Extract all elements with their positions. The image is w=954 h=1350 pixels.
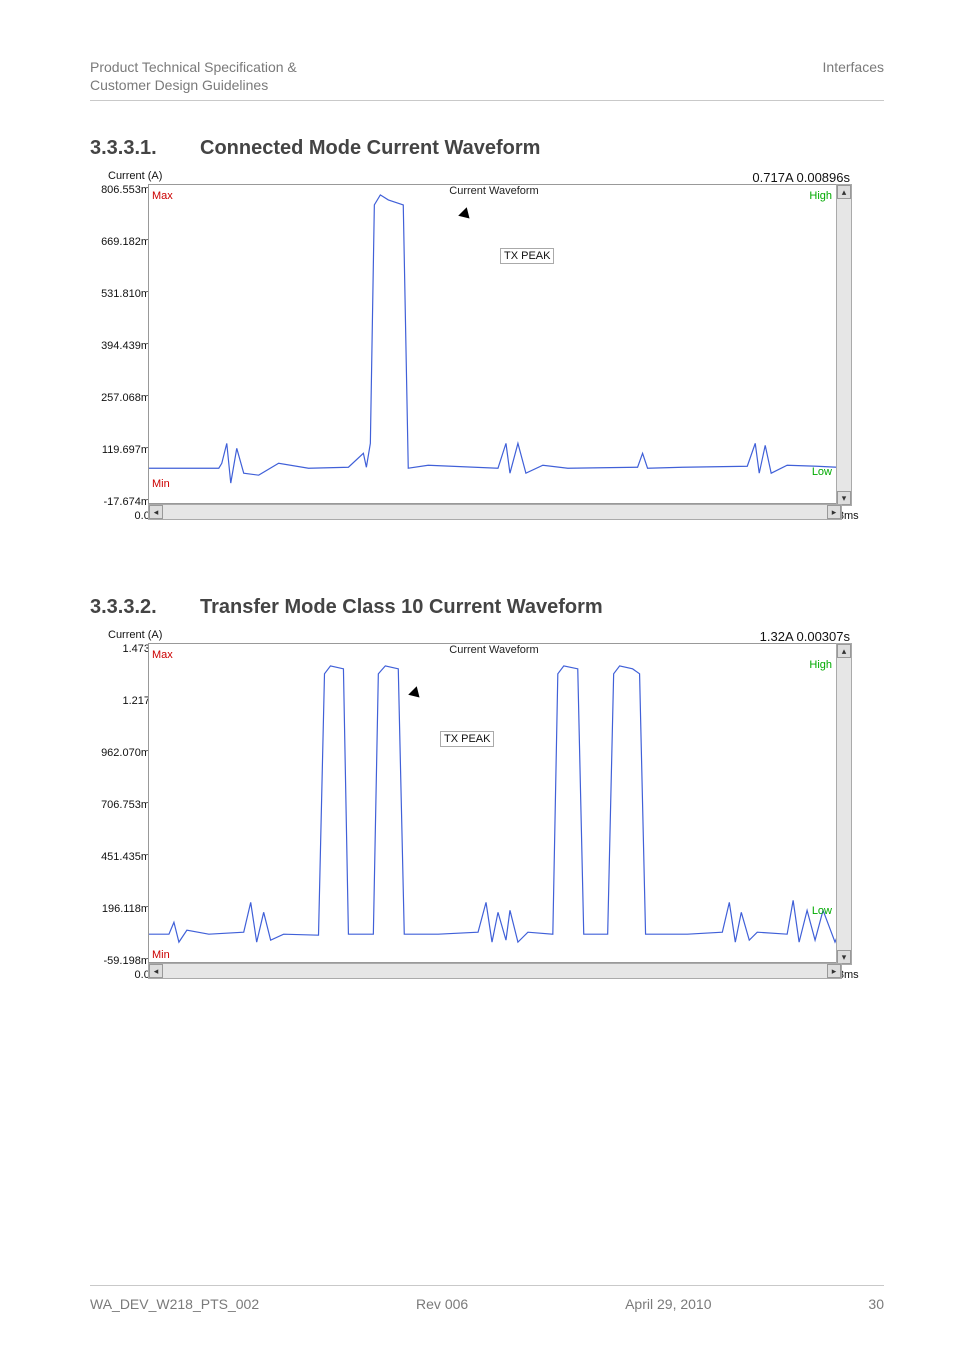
scroll-right-icon[interactable]: ▸ [827, 505, 841, 519]
ytick: 706.753m [101, 799, 150, 811]
high-label: High [809, 190, 832, 202]
max-label: Max [152, 190, 173, 202]
ytick: 119.697m [102, 444, 150, 456]
scrollbar-horizontal[interactable]: ◂ ▸ [148, 963, 842, 979]
footer-date: April 29, 2010 [625, 1296, 711, 1312]
y-axis-label: Current (A) [108, 170, 162, 182]
section-heading: 3.3.3.1. Connected Mode Current Waveform [90, 137, 884, 160]
ytick: -59.198m [104, 955, 150, 967]
footer-rev: Rev 006 [416, 1296, 468, 1312]
ytick: 451.435m [101, 851, 150, 863]
scrollbar-vertical[interactable]: ▴ ▾ [836, 184, 852, 506]
plot-area: Current Waveform [148, 643, 840, 963]
section-heading: 3.3.3.2. Transfer Mode Class 10 Current … [90, 596, 884, 619]
ytick: 1.217 [122, 695, 150, 707]
min-label: Min [152, 478, 170, 490]
low-label: Low [812, 466, 832, 478]
section-transfer-mode: 3.3.3.2. Transfer Mode Class 10 Current … [90, 596, 884, 1019]
header-right: Interfaces [823, 58, 884, 76]
plot-area: Current Waveform [148, 184, 840, 504]
header-left: Product Technical Specification & Custom… [90, 58, 297, 94]
tx-peak-label: TX PEAK [500, 248, 554, 264]
chart-transfer: 1.32A 0.00307s Current (A) 1.473 1.217 9… [90, 629, 850, 1019]
scroll-left-icon[interactable]: ◂ [149, 505, 163, 519]
ytick: -17.674m [104, 496, 150, 508]
ytick: 531.810m [101, 288, 150, 300]
section-title: Connected Mode Current Waveform [200, 137, 540, 160]
chart-measurement: 1.32A 0.00307s [760, 629, 850, 644]
section-title: Transfer Mode Class 10 Current Waveform [200, 596, 603, 619]
header-line1: Product Technical Specification & [90, 58, 297, 76]
ytick: 806.553m [101, 184, 150, 196]
min-label: Min [152, 949, 170, 961]
waveform-trace [149, 185, 839, 503]
ytick: 257.068m [101, 392, 150, 404]
high-label: High [809, 659, 832, 671]
section-number: 3.3.3.1. [90, 137, 170, 160]
ytick: 1.473 [122, 643, 150, 655]
y-axis-label: Current (A) [108, 629, 162, 641]
section-number: 3.3.3.2. [90, 596, 170, 619]
scrollbar-vertical[interactable]: ▴ ▾ [836, 643, 852, 965]
footer-doc: WA_DEV_W218_PTS_002 [90, 1296, 259, 1312]
section-connected-mode: 3.3.3.1. Connected Mode Current Waveform… [90, 137, 884, 560]
ytick: 962.070m [101, 747, 150, 759]
waveform-trace [149, 644, 839, 962]
scroll-down-icon[interactable]: ▾ [837, 950, 851, 964]
footer-page: 30 [868, 1296, 884, 1312]
ytick: 394.439m [101, 340, 150, 352]
page-footer: WA_DEV_W218_PTS_002 Rev 006 April 29, 20… [90, 1285, 884, 1312]
low-label: Low [812, 905, 832, 917]
scroll-left-icon[interactable]: ◂ [149, 964, 163, 978]
max-label: Max [152, 649, 173, 661]
scroll-down-icon[interactable]: ▾ [837, 491, 851, 505]
ytick: 196.118m [102, 903, 150, 915]
chart-measurement: 0.717A 0.00896s [752, 170, 850, 185]
scrollbar-horizontal[interactable]: ◂ ▸ [148, 504, 842, 520]
scroll-up-icon[interactable]: ▴ [837, 644, 851, 658]
chart-connected: 0.717A 0.00896s Current (A) 806.553m 669… [90, 170, 850, 560]
page-header: Product Technical Specification & Custom… [90, 58, 884, 101]
header-line2: Customer Design Guidelines [90, 76, 297, 94]
scroll-up-icon[interactable]: ▴ [837, 185, 851, 199]
tx-peak-label: TX PEAK [440, 731, 494, 747]
scroll-right-icon[interactable]: ▸ [827, 964, 841, 978]
ytick: 669.182m [101, 236, 150, 248]
